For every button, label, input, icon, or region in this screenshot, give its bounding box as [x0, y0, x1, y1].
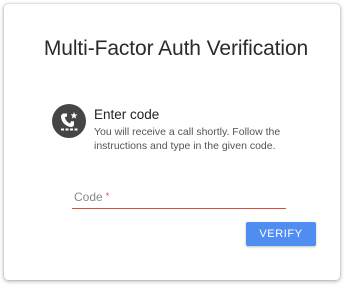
method-description: You will receive a call shortly. Follow … — [94, 126, 281, 152]
mfa-card: Multi-Factor Auth Verification Enter cod… — [4, 4, 340, 280]
code-field-underline — [72, 208, 286, 209]
page-title: Multi-Factor Auth Verification — [43, 37, 309, 60]
phone-call-icon — [52, 104, 86, 138]
verify-button[interactable]: VERIFY — [246, 222, 316, 246]
code-input[interactable] — [72, 187, 286, 209]
method-title: Enter code — [94, 107, 160, 122]
code-field[interactable]: Code * — [72, 187, 286, 209]
